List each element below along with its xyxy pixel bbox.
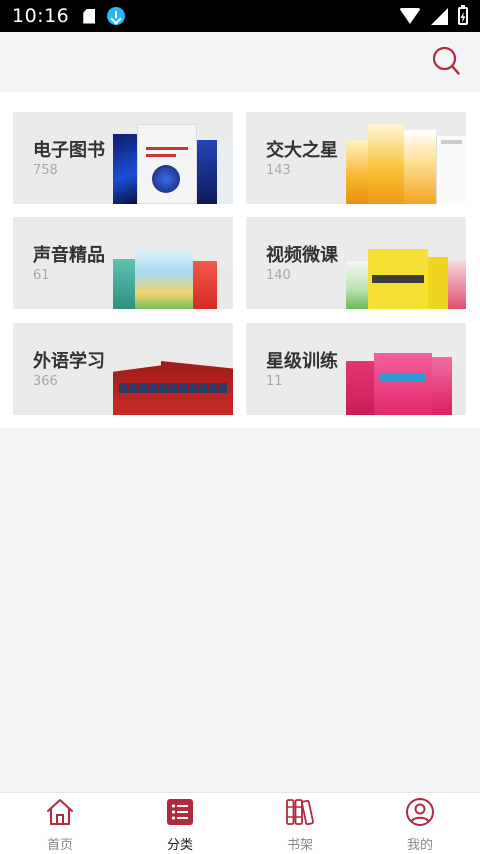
book-cover-image bbox=[217, 269, 233, 309]
book-cover-image bbox=[113, 134, 137, 204]
book-cover-image bbox=[368, 249, 428, 309]
category-list-icon bbox=[167, 799, 193, 825]
book-cover-image bbox=[448, 261, 466, 309]
category-card-audio[interactable]: 声音精品 61 bbox=[13, 217, 233, 309]
book-cover-image bbox=[432, 357, 452, 415]
category-card-star-training[interactable]: 星级训练 11 bbox=[246, 323, 466, 415]
category-card-ebooks[interactable]: 电子图书 758 bbox=[13, 112, 233, 204]
nav-label: 书架 bbox=[286, 838, 313, 853]
nav-bookshelf[interactable]: 书架 bbox=[240, 793, 360, 854]
category-count: 140 bbox=[266, 268, 291, 283]
book-cover-image bbox=[404, 130, 436, 204]
nav-profile[interactable]: 我的 bbox=[360, 793, 480, 854]
category-count: 758 bbox=[33, 163, 58, 178]
bottom-navigation: 首页 分类 书架 我的 bbox=[0, 792, 480, 854]
book-cover-image bbox=[374, 353, 432, 415]
category-title: 声音精品 bbox=[33, 245, 105, 266]
nav-home[interactable]: 首页 bbox=[0, 793, 120, 854]
download-icon bbox=[107, 7, 126, 25]
battery-icon bbox=[458, 5, 468, 25]
status-time: 10:16 bbox=[12, 5, 70, 27]
sd-card-icon bbox=[83, 8, 96, 24]
category-count: 143 bbox=[266, 163, 291, 178]
top-header bbox=[0, 32, 480, 92]
profile-icon bbox=[406, 798, 434, 826]
category-title: 外语学习 bbox=[33, 351, 105, 372]
book-cover-image bbox=[428, 257, 448, 309]
category-card-foreign-language[interactable]: 外语学习 366 bbox=[13, 323, 233, 415]
signal-icon bbox=[431, 7, 448, 25]
wifi-icon bbox=[399, 8, 421, 24]
book-cover-image bbox=[368, 124, 404, 204]
book-cover-image bbox=[113, 361, 233, 415]
book-cover-image bbox=[452, 363, 466, 415]
nav-category[interactable]: 分类 bbox=[120, 793, 240, 854]
category-count: 11 bbox=[266, 374, 283, 389]
category-count: 61 bbox=[33, 268, 50, 283]
book-cover-image bbox=[436, 136, 466, 204]
book-cover-image bbox=[193, 261, 217, 309]
status-icons bbox=[399, 5, 468, 25]
category-title: 电子图书 bbox=[33, 140, 105, 161]
nav-label: 首页 bbox=[46, 838, 73, 853]
book-cover-image bbox=[217, 138, 233, 204]
category-title: 交大之星 bbox=[266, 140, 338, 161]
category-grid: 电子图书 758 交大之星 143 声音精品 61 视频微课 140 外语学习 … bbox=[0, 92, 480, 428]
category-title: 星级训练 bbox=[266, 351, 338, 372]
bookshelf-icon bbox=[286, 799, 314, 826]
book-cover-image bbox=[135, 249, 193, 309]
category-count: 366 bbox=[33, 374, 58, 389]
book-cover-image bbox=[197, 140, 217, 204]
home-icon bbox=[47, 799, 73, 825]
category-title: 视频微课 bbox=[266, 245, 338, 266]
category-card-video[interactable]: 视频微课 140 bbox=[246, 217, 466, 309]
book-cover-image bbox=[137, 124, 197, 204]
category-card-jiaoda-star[interactable]: 交大之星 143 bbox=[246, 112, 466, 204]
search-icon[interactable] bbox=[432, 46, 460, 76]
book-cover-image bbox=[346, 361, 376, 415]
nav-label: 分类 bbox=[166, 838, 193, 853]
nav-label: 我的 bbox=[406, 838, 433, 853]
status-bar: 10:16 bbox=[0, 0, 480, 32]
